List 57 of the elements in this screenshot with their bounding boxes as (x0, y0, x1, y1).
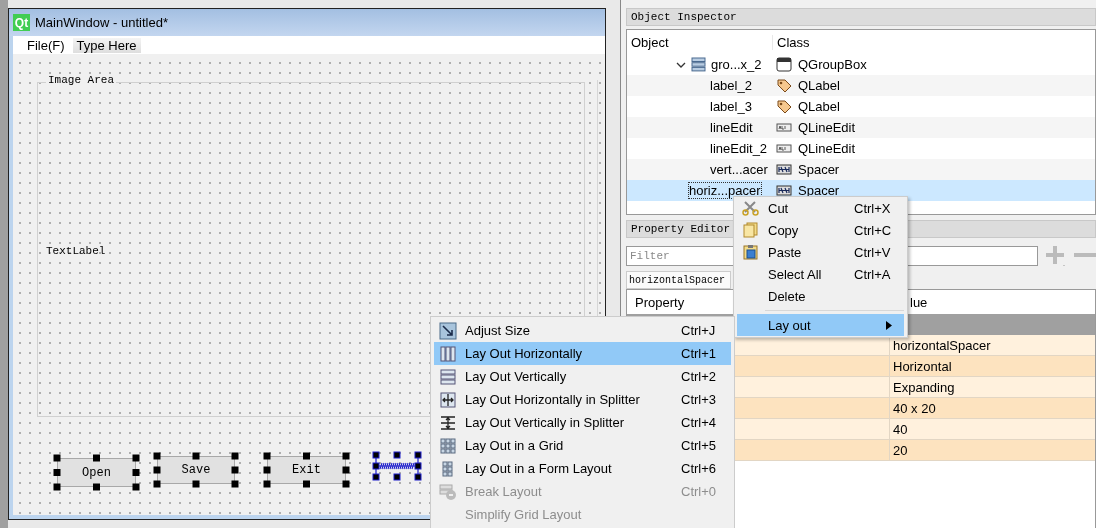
menu-label: Copy (768, 222, 799, 238)
shortcut-text: Ctrl+4 (681, 415, 717, 430)
menu-label: Lay Out in a Form Layout (465, 461, 612, 476)
class-name: Spacer (798, 183, 840, 198)
shortcut-text: Ctrl+X (854, 200, 891, 216)
column-header: Class (772, 34, 810, 50)
menu-label: Simplify Grid Layout (465, 507, 582, 522)
qt-logo: Qt (13, 14, 30, 31)
class-name: QLineEdit (798, 141, 856, 156)
menu-label: Lay Out in a Grid (465, 438, 564, 453)
menu-label: Delete (768, 288, 806, 304)
object-name: lineEdit (710, 120, 753, 135)
object-name: label_2 (710, 78, 752, 93)
class-name: QGroupBox (798, 57, 867, 72)
object-name: vert...acer (710, 162, 768, 177)
property-value: Expanding (892, 379, 955, 395)
menu-label: Lay Out Vertically in Splitter (465, 415, 624, 430)
shortcut-text: Ctrl+5 (681, 438, 717, 453)
group-box-title: Image Area (46, 74, 116, 86)
property-value: 40 x 20 (892, 400, 936, 416)
object-name: horiz...pacer (689, 183, 761, 198)
shortcut-text: Ctrl+A (854, 266, 891, 282)
class-name: QLabel (798, 99, 840, 114)
menu-label: Break Layout (465, 484, 542, 499)
object-name-label: horizontalSpacer (626, 271, 731, 289)
class-name: QLabel (798, 78, 840, 93)
shortcut-text: Ctrl+1 (681, 346, 717, 361)
shortcut-text: Ctrl+V (854, 244, 891, 260)
menu-label: Lay Out Horizontally in Splitter (465, 392, 640, 407)
window-title: MainWindow - untitled* (35, 15, 168, 30)
shortcut-text: Ctrl+C (854, 222, 892, 238)
column-header: Object (630, 34, 670, 50)
menu-label: Cut (768, 200, 789, 216)
column-header: Property (635, 294, 685, 310)
menu-label: Paste (768, 244, 802, 260)
menu-label: Lay Out Horizontally (465, 346, 583, 361)
menu-label: Adjust Size (465, 323, 531, 338)
panel-title: Object Inspector (626, 8, 1096, 26)
shortcut-text: Ctrl+0 (681, 484, 717, 499)
object-name: gro...x_2 (711, 57, 762, 72)
menu-label: Select All (768, 266, 822, 282)
shortcut-text: Ctrl+6 (681, 461, 717, 476)
class-name: Spacer (798, 162, 840, 177)
object-name: label_3 (710, 99, 752, 114)
shortcut-text: Ctrl+3 (681, 392, 717, 407)
shortcut-text: Ctrl+J (681, 323, 716, 338)
class-name: QLineEdit (798, 120, 856, 135)
shortcut-text: Ctrl+2 (681, 369, 717, 384)
property-value: 40 (892, 421, 908, 437)
property-value: 20 (892, 442, 908, 458)
text-label: TextLabel (46, 245, 106, 257)
object-name: lineEdit_2 (710, 141, 768, 156)
menu-label: Lay out (768, 317, 811, 333)
property-value: Horizontal (892, 358, 952, 374)
menu-label: Lay Out Vertically (465, 369, 567, 384)
column-header: lue (910, 294, 928, 310)
property-value: horizontalSpacer (892, 337, 991, 353)
